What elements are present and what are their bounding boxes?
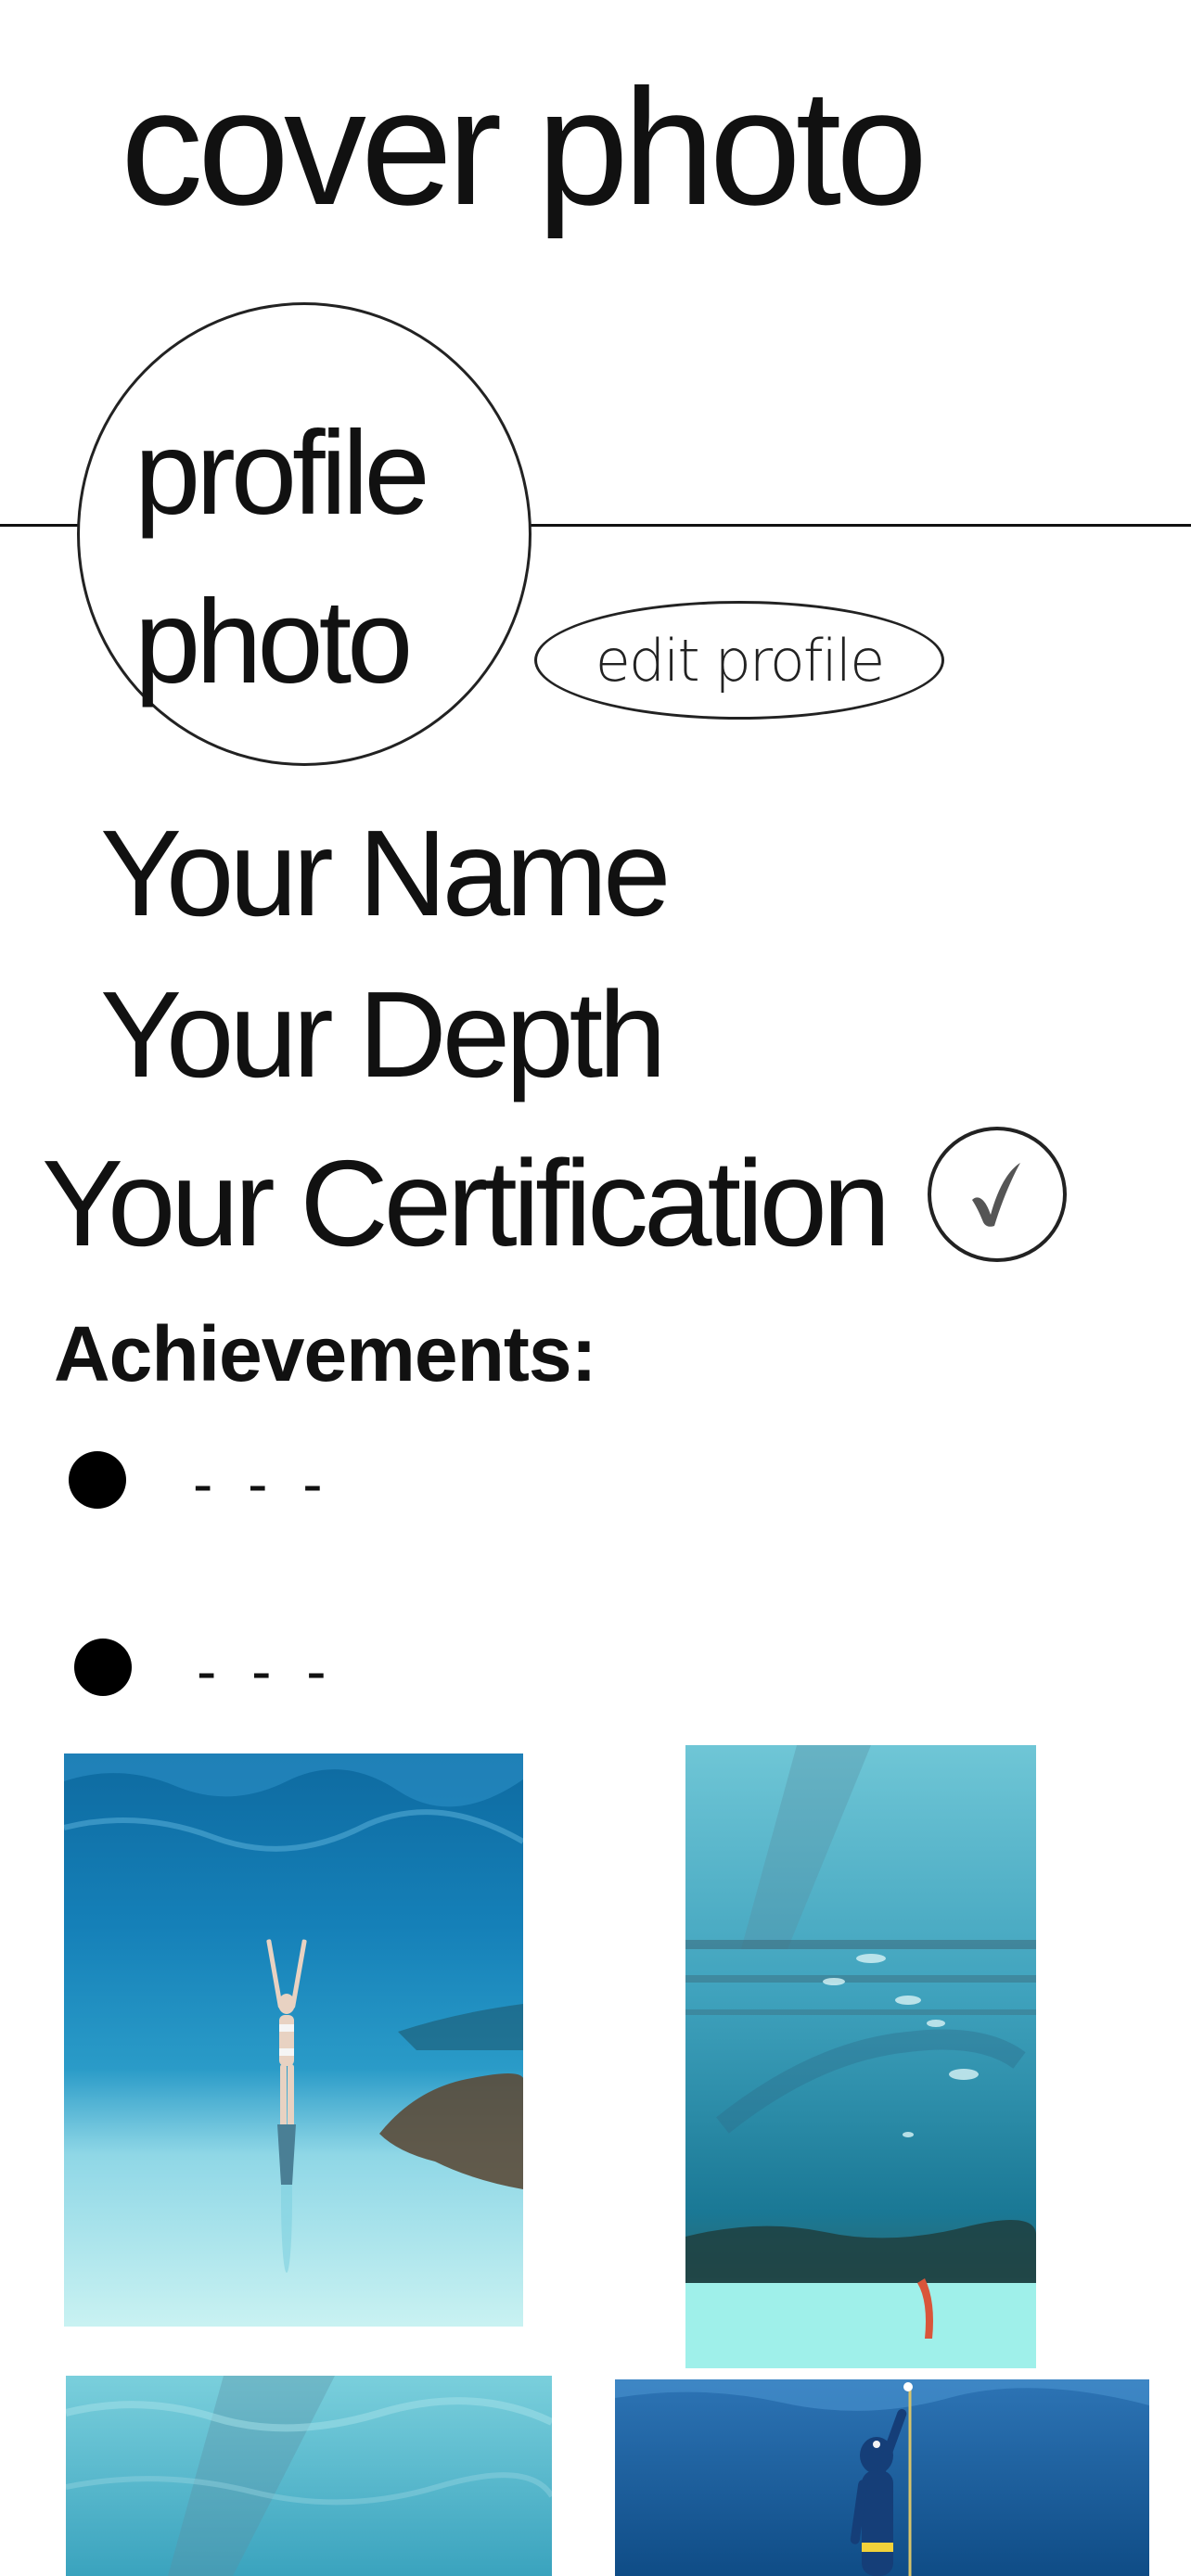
certification-verified-badge[interactable] [928,1127,1067,1262]
your-name-field[interactable]: Your Name [100,812,671,935]
your-depth-field[interactable]: Your Depth [100,974,667,1096]
profile-photo-label: profile photo [134,389,430,727]
check-icon [972,1163,1020,1227]
edit-profile-button[interactable]: edit profile [534,601,944,720]
profile-photo-label-line1: profile [134,407,430,540]
edit-profile-label: edit profile [595,626,886,695]
achievements-heading: Achievements: [54,1310,597,1397]
achievement-item[interactable]: - - - [197,1641,336,1701]
profile-photo-label-line2: photo [134,576,413,708]
gallery-photo-freediver-sand[interactable] [64,1753,523,2327]
achievement-bullet [69,1451,126,1509]
gallery-photo-diver-ascending[interactable] [615,2379,1149,2576]
gallery-photo-aquarium-2[interactable] [66,2376,552,2576]
achievement-bullet [74,1639,132,1696]
achievement-item[interactable]: - - - [193,1454,332,1513]
gallery-photo-aquarium[interactable] [685,1745,1036,2368]
cover-photo-placeholder[interactable]: cover photo [121,65,928,230]
your-certification-field[interactable]: Your Certification [42,1142,890,1265]
